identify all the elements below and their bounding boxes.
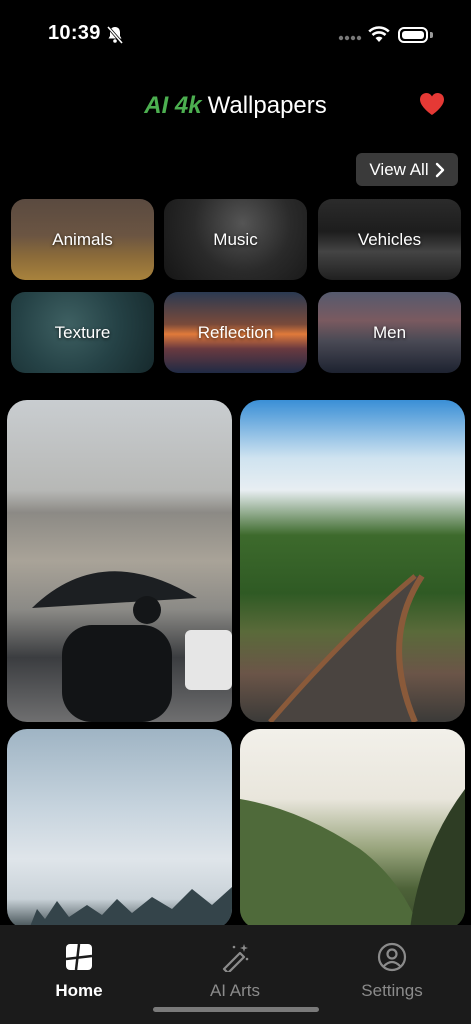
- category-label: Men: [372, 322, 407, 342]
- home-icon: [65, 943, 93, 971]
- status-bar: 10:39: [0, 0, 471, 70]
- home-indicator[interactable]: [153, 1007, 319, 1012]
- chevron-right-icon: [435, 162, 444, 177]
- category-card-reflection[interactable]: Reflection: [164, 292, 307, 373]
- cellular-dots-icon: [338, 35, 362, 41]
- tab-ai-arts[interactable]: AI Arts: [180, 942, 290, 1001]
- category-card-texture[interactable]: Texture: [11, 292, 154, 373]
- tab-settings-label: Settings: [361, 981, 423, 1000]
- wallpaper-thumbnail[interactable]: [240, 729, 465, 929]
- wallpaper-thumbnail[interactable]: [7, 400, 232, 722]
- misty-forest-image: [29, 887, 232, 929]
- view-all-label: View All: [369, 159, 429, 179]
- battery-icon: [398, 27, 428, 43]
- forest-hill-image: [240, 789, 465, 929]
- category-label: Animals: [52, 229, 113, 249]
- category-label: Texture: [54, 322, 111, 342]
- status-time: 10:39: [48, 22, 101, 44]
- category-card-music[interactable]: Music: [164, 199, 307, 280]
- magic-wand-icon: [222, 944, 249, 975]
- bell-slash-icon: [106, 26, 124, 44]
- category-card-animals[interactable]: Animals: [11, 199, 154, 280]
- bottom-tab-bar: Home AI Arts Settings: [0, 925, 471, 1024]
- app-title-accent: AI 4k: [144, 92, 202, 119]
- category-label: Vehicles: [357, 229, 422, 249]
- railway-track-image: [268, 574, 425, 722]
- battery-cap: [430, 32, 433, 38]
- wallpaper-thumbnail[interactable]: [240, 400, 465, 722]
- app-title-rest: Wallpapers: [207, 92, 327, 119]
- app-title: AI 4k Wallpapers: [0, 92, 471, 120]
- umbrella-figure-image: [32, 571, 232, 722]
- user-circle-icon: [377, 942, 407, 972]
- view-all-button[interactable]: View All: [356, 153, 458, 186]
- tab-settings[interactable]: Settings: [337, 942, 447, 1001]
- heart-icon[interactable]: [419, 92, 445, 116]
- category-card-men[interactable]: Men: [318, 292, 461, 373]
- category-label: Reflection: [197, 322, 274, 342]
- category-label: Music: [213, 229, 258, 249]
- tab-home-label: Home: [55, 981, 103, 1000]
- tab-ai-arts-label: AI Arts: [209, 981, 261, 1000]
- category-card-vehicles[interactable]: Vehicles: [318, 199, 461, 280]
- wallpaper-thumbnail[interactable]: [7, 729, 232, 929]
- tab-home[interactable]: Home: [24, 942, 134, 1001]
- wifi-icon: [368, 26, 390, 42]
